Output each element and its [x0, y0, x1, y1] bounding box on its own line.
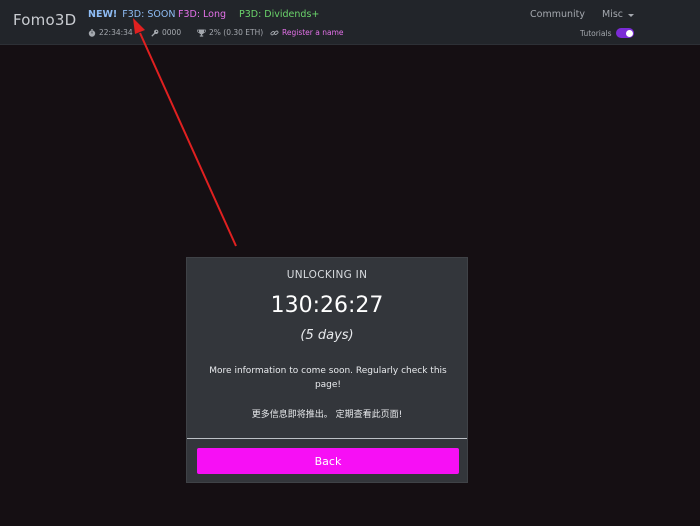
modal-header: UNLOCKING IN	[286, 269, 368, 281]
countdown-timer: 130:26:27	[270, 293, 384, 318]
back-button[interactable]: Back	[197, 448, 459, 474]
modal-divider	[187, 438, 467, 439]
countdown-days: (5 days)	[300, 328, 354, 343]
unlock-modal: UNLOCKING IN 130:26:27 (5 days) More inf…	[186, 257, 468, 483]
info-text-english: More information to come soon. Regularly…	[209, 366, 447, 390]
info-text-chinese: 更多信息即将推出。 定期查看此页面!	[251, 410, 403, 420]
